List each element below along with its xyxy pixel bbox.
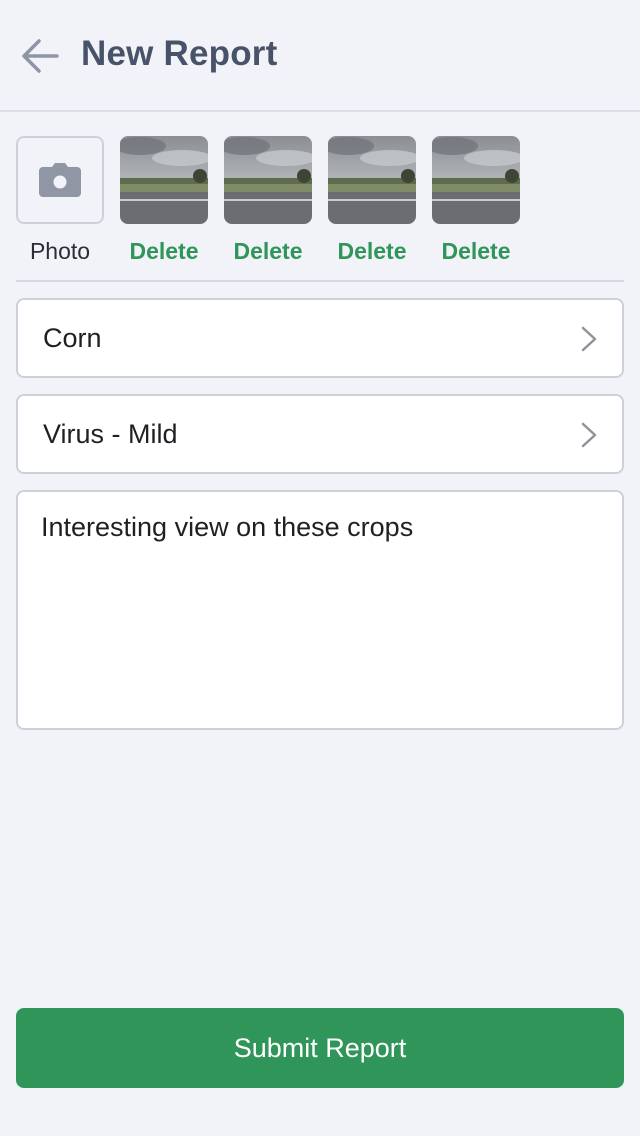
camera-icon: [39, 163, 81, 197]
add-photo-button[interactable]: [16, 136, 104, 224]
arrow-left-icon: [22, 39, 59, 73]
chevron-right-icon: [581, 422, 597, 448]
delete-photo-button[interactable]: Delete: [218, 238, 318, 265]
submit-report-button[interactable]: Submit Report: [16, 1008, 624, 1088]
crop-select[interactable]: Corn: [16, 298, 624, 378]
header-bar: New Report: [0, 0, 640, 112]
photo-thumbnail[interactable]: [120, 136, 208, 224]
add-photo-label: Photo: [29, 238, 91, 264]
delete-photo-button[interactable]: Delete: [322, 238, 422, 265]
delete-photo-button[interactable]: Delete: [426, 238, 526, 265]
delete-photo-button[interactable]: Delete: [114, 238, 214, 265]
section-divider: [16, 280, 624, 282]
notes-textarea[interactable]: Interesting view on these crops: [16, 490, 624, 730]
issue-select[interactable]: Virus - Mild: [16, 394, 624, 474]
chevron-right-icon: [581, 326, 597, 352]
page-title: New Report: [81, 34, 278, 73]
issue-select-value: Virus - Mild: [43, 419, 178, 449]
photo-thumbnail[interactable]: [432, 136, 520, 224]
back-button[interactable]: [20, 38, 60, 74]
crop-select-value: Corn: [43, 323, 102, 353]
photo-thumbnail[interactable]: [328, 136, 416, 224]
new-report-screen: New Report Photo Delete Delete Delete De…: [0, 0, 640, 1136]
photo-thumbnail[interactable]: [224, 136, 312, 224]
